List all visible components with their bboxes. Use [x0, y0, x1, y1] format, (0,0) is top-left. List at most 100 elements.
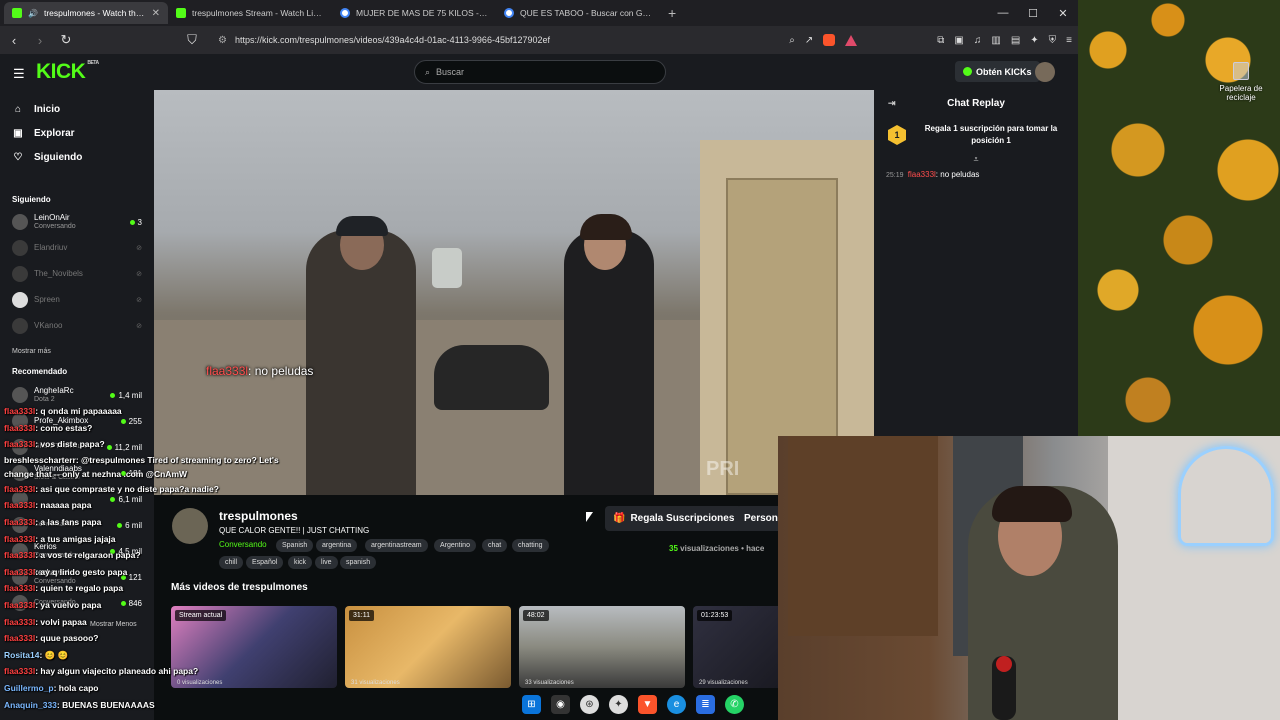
- sidebar-channel[interactable]: LeinOnAir Conversando 3: [0, 209, 154, 235]
- sidebar-channel[interactable]: The_Novibels ⊘: [0, 261, 154, 287]
- pinned-expand-icon[interactable]: ⩡: [874, 154, 1078, 166]
- personalize-button[interactable]: Personalizar: [736, 506, 778, 531]
- zoom-icon[interactable]: ⌕: [789, 35, 795, 46]
- screenshot-icon[interactable]: ▣: [954, 35, 963, 46]
- overlay-chat-line: flaa333l: a vos te relgaraon papa?: [4, 547, 404, 564]
- sidebar-channel[interactable]: Spreen ⊘: [0, 287, 154, 313]
- close-icon[interactable]: ✕: [152, 8, 160, 19]
- kick-logo[interactable]: KICK BETA: [36, 60, 99, 84]
- message-text: : no peludas: [935, 170, 980, 179]
- wallet-icon[interactable]: ▤: [1011, 35, 1020, 46]
- video-thumbnail[interactable]: 01:23:53 29 visualizaciones: [693, 606, 778, 688]
- message-user[interactable]: flaa333l: [908, 170, 936, 179]
- new-tab-button[interactable]: +: [660, 5, 684, 21]
- gift-icon: 🎁: [613, 513, 626, 524]
- sidebar-channel[interactable]: Elandriuv ⊘: [0, 235, 154, 261]
- overlay-chat-line: flaa333l: asi que compraste y no diste p…: [4, 481, 404, 498]
- overlay-chat-user: flaa333l: [4, 516, 36, 527]
- overlay-chat-line: flaa333l: q onda mi papaaaaa: [4, 403, 404, 420]
- sidebar-nav-home[interactable]: ⌂ Inicio: [0, 97, 154, 121]
- menu-icon[interactable]: ≡: [1066, 35, 1072, 46]
- kick-favicon: [176, 8, 186, 18]
- sidebar-channel[interactable]: VKanoo ⊘: [0, 313, 154, 339]
- minimize-icon[interactable]: —: [988, 0, 1018, 26]
- collapse-chat-icon[interactable]: ⇥: [888, 98, 896, 109]
- upload-time: hace: [746, 544, 765, 553]
- overlay-chat-line: breshlesscharterr: @trespulmones Tired o…: [4, 453, 304, 481]
- recycle-bin[interactable]: Papelera de reciclaje: [1212, 62, 1270, 102]
- forward-icon[interactable]: ›: [32, 33, 48, 48]
- person-cap: [336, 216, 388, 236]
- get-kicks-button[interactable]: Obtén KICKs: [955, 61, 1040, 82]
- video-scene-grill: [434, 345, 549, 410]
- streamer-hair: [992, 486, 1072, 522]
- tab-google-search-1[interactable]: MUJER DE MAS DE 75 KILOS - Buscar con Go…: [332, 2, 496, 24]
- extensions-icon[interactable]: ⧉: [937, 35, 944, 46]
- overlay-chat-text: : a vos te relgaraon papa?: [35, 550, 141, 561]
- video-scene-water-tank: [432, 248, 462, 288]
- maximize-icon[interactable]: ☐: [1018, 0, 1048, 26]
- media-icon[interactable]: ♫: [974, 35, 982, 46]
- sidebar-icon[interactable]: ▥: [991, 35, 1000, 46]
- overlay-chat-line: flaa333l: a tus amigas jajaja: [4, 531, 404, 548]
- tag[interactable]: Argentino: [434, 539, 476, 552]
- close-window-icon[interactable]: ✕: [1048, 0, 1078, 26]
- following-heading: Siguiendo: [12, 194, 51, 204]
- bookmark-icon[interactable]: ⛉: [184, 32, 200, 48]
- obs-icon[interactable]: ◉: [551, 694, 570, 714]
- thumbnail-views: 29 visualizaciones: [699, 680, 748, 686]
- overlay-username: flaa333l: [206, 364, 249, 378]
- webcam-overlay: [778, 436, 1280, 720]
- tab-trespulmones-vod[interactable]: 🔊 trespulmones - Watch the VOD ✕: [4, 2, 168, 24]
- overlay-chat-text: : a tus amigas jajaja: [35, 533, 116, 544]
- windows-start-icon[interactable]: ⊞: [522, 694, 541, 714]
- tab-google-search-2[interactable]: QUE ES TABOO - Buscar con Google: [496, 2, 660, 24]
- logo-beta: BETA: [87, 60, 99, 66]
- webcam-scene-microphone: [992, 656, 1016, 720]
- channel-name: The_Novibels: [34, 269, 83, 279]
- channel-avatar: [12, 318, 28, 334]
- vpn-icon[interactable]: ⛨: [1049, 35, 1057, 46]
- gift-subscriptions-button[interactable]: 🎁 Regala Suscripciones: [605, 506, 743, 531]
- home-icon: ⌂: [14, 103, 22, 115]
- recommended-heading: Recomendado: [12, 366, 68, 376]
- share-icon[interactable]: ↗: [805, 35, 813, 46]
- brave-shields-icon[interactable]: [823, 34, 836, 46]
- chat-replay-title: Chat Replay: [947, 97, 1005, 109]
- app-icon-1[interactable]: ⊛: [580, 694, 599, 714]
- address-bar[interactable]: ⚙ https://kick.com/trespulmones/videos/4…: [210, 29, 779, 51]
- sidebar-nav-following[interactable]: ♡ Siguiendo: [0, 145, 154, 169]
- tag[interactable]: chatting: [512, 539, 549, 552]
- overlay-chat-line: flaa333l: ay q lindo gesto papa: [4, 564, 404, 581]
- gift-sub-leaderboard[interactable]: 1 Regala 1 suscripción para tomar la pos…: [874, 116, 1078, 154]
- channel-avatar: [12, 240, 28, 256]
- overlay-chat-line: flaa333l: como estas?: [4, 420, 404, 437]
- search-input[interactable]: ⌕ Buscar: [414, 60, 666, 84]
- person-hair: [580, 214, 632, 240]
- overlay-chat-user: Anaquin_333: [4, 699, 57, 710]
- brave-browser-icon[interactable]: ▼: [638, 694, 657, 714]
- video-thumbnail[interactable]: 48:02 33 visualizaciones: [519, 606, 685, 688]
- channel-avatar: [12, 387, 28, 403]
- tag[interactable]: chat: [482, 539, 508, 552]
- stream-chat-overlay: flaa333l: q onda mi papaaaaa flaa333l: c…: [4, 403, 404, 713]
- hamburger-menu-icon[interactable]: ☰: [13, 66, 25, 82]
- leo-icon[interactable]: ✦: [1030, 35, 1038, 46]
- app-icon-2[interactable]: ✦: [609, 694, 628, 714]
- user-avatar[interactable]: [1035, 62, 1055, 82]
- channel-avatar: [12, 266, 28, 282]
- overlay-chat-user: flaa333l: [4, 616, 36, 627]
- speaker-icon[interactable]: 🔊: [28, 9, 38, 18]
- site-info-icon[interactable]: ⚙: [218, 35, 227, 46]
- back-icon[interactable]: ‹: [6, 33, 22, 48]
- brave-rewards-icon[interactable]: [845, 34, 858, 46]
- overlay-chat-line: flaa333l: naaaaa papa: [4, 497, 404, 514]
- show-more-link[interactable]: Mostrar más: [0, 339, 154, 363]
- whatsapp-icon[interactable]: ✆: [725, 694, 744, 714]
- edge-icon[interactable]: e: [667, 694, 686, 714]
- notepad-icon[interactable]: ≣: [696, 694, 715, 714]
- overlay-chat-user: flaa333l: [4, 500, 36, 511]
- reload-icon[interactable]: ↻: [58, 32, 74, 48]
- sidebar-nav-explore[interactable]: ▣ Explorar: [0, 121, 154, 145]
- tab-trespulmones-stream[interactable]: trespulmones Stream - Watch Live on Kick: [168, 2, 332, 24]
